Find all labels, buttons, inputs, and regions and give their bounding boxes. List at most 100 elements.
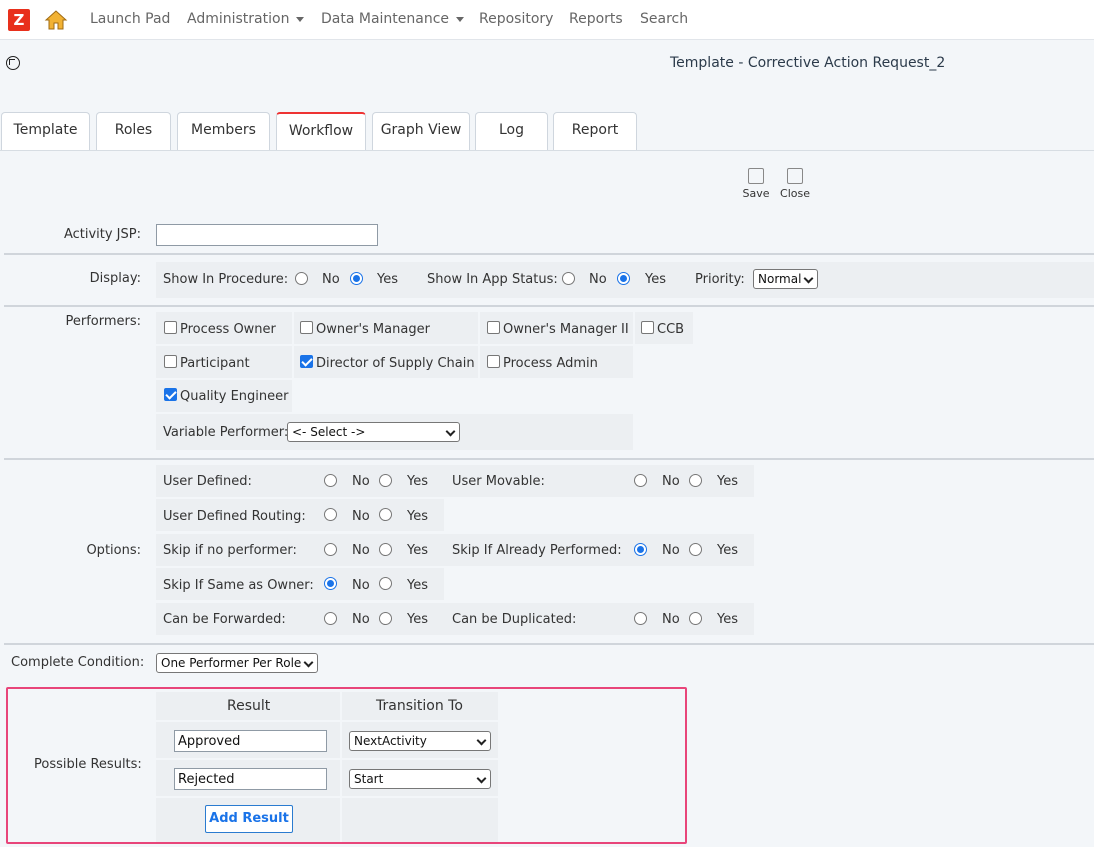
tab-report[interactable]: Report: [553, 112, 637, 150]
divider: [4, 305, 1094, 307]
user-movable-no-radio[interactable]: [634, 474, 647, 487]
back-icon[interactable]: [6, 56, 20, 70]
tab-log[interactable]: Log: [475, 112, 548, 150]
user-defined-label: User Defined:: [163, 474, 252, 489]
skip-if-no-performer-no-radio[interactable]: [324, 543, 337, 556]
user-movable-label: User Movable:: [452, 474, 545, 489]
can-be-duplicated-yes-radio[interactable]: [689, 612, 702, 625]
no-label: No: [352, 578, 370, 593]
home-icon[interactable]: [44, 9, 68, 31]
show-in-procedure-yes-label: Yes: [377, 272, 398, 287]
no-label: No: [662, 612, 680, 627]
performers-label: Performers:: [65, 314, 141, 329]
no-label: No: [352, 543, 370, 558]
chevron-down-icon: [456, 16, 465, 22]
owners-manager-ii-checkbox[interactable]: [487, 321, 500, 334]
can-be-forwarded-no-radio[interactable]: [324, 612, 337, 625]
nav-repository[interactable]: Repository: [479, 11, 553, 27]
director-of-supply-chain-label: Director of Supply Chain: [316, 356, 475, 371]
user-defined-no-radio[interactable]: [324, 474, 337, 487]
quality-engineer-checkbox[interactable]: [164, 388, 177, 401]
skip-if-same-as-owner-yes-radio[interactable]: [379, 577, 392, 590]
close-button[interactable]: Close: [779, 168, 811, 200]
highlight-box: [6, 687, 687, 844]
options-label: Options:: [86, 543, 141, 558]
yes-label: Yes: [717, 543, 738, 558]
nav-launch-pad[interactable]: Launch Pad: [90, 11, 170, 27]
activity-jsp-input[interactable]: [156, 224, 378, 246]
process-owner-label: Process Owner: [180, 322, 276, 337]
chevron-down-icon: [296, 16, 305, 22]
can-be-forwarded-label: Can be Forwarded:: [163, 612, 286, 627]
ccb-label: CCB: [657, 322, 685, 337]
skip-if-no-performer-label: Skip if no performer:: [163, 543, 297, 558]
divider: [4, 253, 1094, 255]
process-admin-checkbox[interactable]: [487, 355, 500, 368]
skip-if-already-performed-no-radio[interactable]: [634, 543, 647, 556]
yes-label: Yes: [407, 474, 428, 489]
show-in-procedure-no-label: No: [322, 272, 340, 287]
user-movable-yes-radio[interactable]: [689, 474, 702, 487]
priority-select[interactable]: Normal: [753, 269, 818, 289]
display-label: Display:: [89, 271, 141, 286]
nav-search[interactable]: Search: [640, 11, 688, 27]
show-in-procedure-no-radio[interactable]: [295, 272, 308, 285]
ccb-checkbox[interactable]: [641, 321, 654, 334]
yes-label: Yes: [407, 578, 428, 593]
tab-members[interactable]: Members: [177, 112, 270, 150]
show-in-app-status-no-label: No: [589, 272, 607, 287]
quality-engineer-label: Quality Engineer: [180, 389, 289, 404]
skip-if-already-performed-label: Skip If Already Performed:: [452, 543, 622, 558]
nav-administration[interactable]: Administration: [187, 11, 305, 27]
floppy-disk-icon: [748, 168, 764, 184]
yes-label: Yes: [407, 612, 428, 627]
user-defined-routing-yes-radio[interactable]: [379, 508, 392, 521]
tab-roles[interactable]: Roles: [96, 112, 171, 150]
tab-workflow[interactable]: Workflow: [276, 112, 366, 150]
no-label: No: [352, 509, 370, 524]
user-defined-routing-label: User Defined Routing:: [163, 509, 306, 524]
nav-reports[interactable]: Reports: [569, 11, 623, 27]
can-be-duplicated-no-radio[interactable]: [634, 612, 647, 625]
no-label: No: [352, 612, 370, 627]
complete-condition-label: Complete Condition:: [11, 655, 145, 670]
user-defined-routing-no-radio[interactable]: [324, 508, 337, 521]
director-of-supply-chain-checkbox[interactable]: [300, 355, 313, 368]
variable-performer-label: Variable Performer:: [163, 425, 289, 440]
variable-performer-select[interactable]: <- Select ->: [287, 422, 460, 442]
yes-label: Yes: [407, 543, 428, 558]
user-defined-yes-radio[interactable]: [379, 474, 392, 487]
top-nav: Z Launch Pad Administration Data Mainten…: [0, 0, 1094, 40]
nav-data-maintenance[interactable]: Data Maintenance: [321, 11, 465, 27]
no-label: No: [352, 474, 370, 489]
activity-jsp-label: Activity JSP:: [63, 227, 141, 242]
yes-label: Yes: [717, 612, 738, 627]
priority-label: Priority:: [695, 272, 745, 287]
show-in-app-status-label: Show In App Status:: [427, 272, 558, 287]
tab-divider: [0, 150, 1094, 151]
skip-if-already-performed-yes-radio[interactable]: [689, 543, 702, 556]
owners-manager-checkbox[interactable]: [300, 321, 313, 334]
divider: [4, 458, 1094, 460]
save-button[interactable]: Save: [742, 168, 770, 200]
show-in-app-status-no-radio[interactable]: [562, 272, 575, 285]
complete-condition-select[interactable]: One Performer Per Role: [156, 653, 318, 673]
no-label: No: [662, 474, 680, 489]
participant-checkbox[interactable]: [164, 355, 177, 368]
process-owner-checkbox[interactable]: [164, 321, 177, 334]
folder-close-icon: [787, 168, 803, 184]
tab-template[interactable]: Template: [1, 112, 90, 150]
show-in-app-status-yes-label: Yes: [645, 272, 666, 287]
participant-label: Participant: [180, 356, 250, 371]
show-in-app-status-yes-radio[interactable]: [617, 272, 630, 285]
app-logo[interactable]: Z: [8, 9, 30, 31]
skip-if-no-performer-yes-radio[interactable]: [379, 543, 392, 556]
tab-graph-view[interactable]: Graph View: [372, 112, 470, 150]
skip-if-same-as-owner-no-radio[interactable]: [324, 577, 337, 590]
show-in-procedure-yes-radio[interactable]: [350, 272, 363, 285]
can-be-forwarded-yes-radio[interactable]: [379, 612, 392, 625]
owners-manager-label: Owner's Manager: [316, 322, 430, 337]
can-be-duplicated-label: Can be Duplicated:: [452, 612, 577, 627]
show-in-procedure-label: Show In Procedure:: [163, 272, 289, 287]
skip-if-same-as-owner-label: Skip If Same as Owner:: [163, 578, 314, 593]
